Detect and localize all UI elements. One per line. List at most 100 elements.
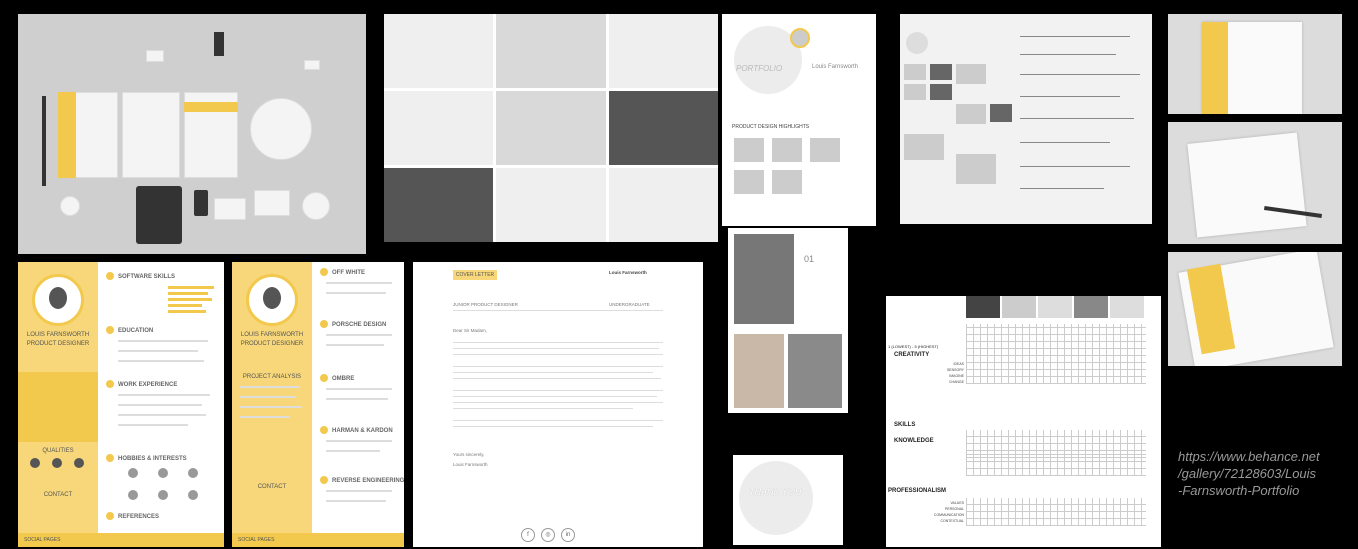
skill-bar — [168, 286, 214, 289]
text-line — [326, 388, 392, 390]
linkedin-icon[interactable]: in — [561, 528, 575, 542]
section-hobbies: HOBBIES & INTERESTS — [106, 454, 187, 462]
text-line — [326, 282, 392, 284]
sketch-thumb — [904, 64, 926, 80]
quality-icon — [30, 458, 40, 468]
project-thumb — [772, 170, 802, 194]
resume-name: LOUIS FARNSWORTH — [26, 332, 90, 338]
section-software-skills: SOFTWARE SKILLS — [106, 272, 175, 280]
text-line — [453, 378, 661, 379]
skill-bar — [168, 298, 212, 301]
headphone-render — [734, 234, 794, 324]
qualities-label: QUALITIES — [42, 448, 74, 454]
section-education: EDUCATION — [106, 326, 153, 334]
ruler-object — [42, 96, 46, 186]
facebook-icon[interactable]: f — [521, 528, 535, 542]
text-line — [453, 342, 663, 343]
text-line — [240, 386, 300, 388]
resume-footer: SOCIAL PAGES — [18, 533, 224, 547]
avatar — [246, 274, 298, 326]
behance-link-line[interactable]: /gallery/72128603/Louis — [1178, 465, 1348, 482]
row-label: SENSORY — [946, 368, 964, 372]
letter-left-title: JUNIOR PRODUCT DESIGNER — [453, 302, 518, 307]
section-references: REFERENCES — [106, 512, 159, 520]
group-professionalism: PROFESSIONALISM — [888, 488, 947, 494]
sketch-thumb — [956, 154, 996, 184]
text-line — [240, 406, 302, 408]
sketch-thumb — [990, 104, 1012, 122]
project-thumb — [1038, 296, 1072, 318]
project-thumb — [1074, 296, 1108, 318]
resume-footer: SOCIAL PAGES — [232, 533, 404, 547]
hobby-icon — [128, 468, 138, 478]
clipboard-banner — [184, 102, 238, 112]
skill-bar — [168, 304, 202, 307]
scissors-object — [214, 32, 224, 56]
text-line — [453, 348, 659, 349]
text-line — [453, 366, 663, 367]
text-line — [118, 360, 204, 362]
hobby-icon — [158, 468, 168, 478]
row-label: PERSONAL — [944, 507, 964, 511]
resume-role: PRODUCT DESIGNER — [26, 341, 90, 347]
envelope-print — [214, 198, 246, 220]
resume-page-1: LOUIS FARNSWORTH PRODUCT DESIGNER QUALIT… — [18, 262, 224, 547]
avatar — [906, 32, 928, 54]
business-card — [304, 60, 320, 70]
tablet-device — [136, 186, 182, 244]
handwriting — [1020, 188, 1104, 189]
behance-link-line[interactable]: https://www.behance.net — [1178, 448, 1348, 465]
cover-letter-page: COVER LETTER Louis Farnsworth JUNIOR PRO… — [413, 262, 703, 547]
hobby-icon — [188, 468, 198, 478]
envelope-print — [254, 190, 290, 216]
behance-link-line[interactable]: -Farnsworth-Portfolio — [1178, 482, 1348, 499]
handwriting — [1020, 96, 1120, 97]
product-photo — [608, 91, 718, 165]
letter-signature: Louis Farnsworth — [453, 462, 488, 467]
portfolio-back-page: THANK YOU — [733, 455, 843, 545]
project-thumb — [966, 296, 1000, 318]
portfolio-cover-page: PORTFOLIO Louis Farnsworth PRODUCT DESIG… — [722, 14, 876, 226]
resume-page-2: LOUIS FARNSWORTH PRODUCT DESIGNER PROJEC… — [232, 262, 404, 547]
row-label: COMMUNICATION — [933, 513, 964, 517]
resume-name: LOUIS FARNSWORTH — [240, 332, 304, 338]
section-work-experience: WORK EXPERIENCE — [106, 380, 177, 388]
text-line — [453, 354, 663, 355]
group-creativity: CREATIVITY — [894, 352, 930, 358]
quality-icon — [74, 458, 84, 468]
skills-matrix-page: 1 (LOWEST) - 5 (HIGHEST) CREATIVITY SKIL… — [886, 296, 1161, 547]
project-thumb — [772, 138, 802, 162]
page-number: 01 — [804, 254, 815, 264]
behance-link[interactable]: https://www.behance.net /gallery/7212860… — [1178, 448, 1348, 499]
handwriting — [1020, 166, 1130, 167]
contact-label: CONTACT — [43, 492, 73, 498]
group-skills: SKILLS — [894, 422, 916, 428]
text-line — [453, 390, 663, 391]
text-line — [326, 490, 392, 492]
matrix-grid — [966, 324, 1146, 384]
printed-resume-closeup-photo — [1168, 252, 1342, 366]
cd-disc — [250, 98, 312, 160]
project-thumb — [810, 138, 840, 162]
letter-closing: Yours sincerely, — [453, 452, 485, 457]
text-line — [326, 450, 380, 452]
sketch-photo — [384, 91, 494, 165]
contact-label: CONTACT — [257, 484, 287, 490]
hobby-icon — [188, 490, 198, 500]
text-line — [453, 420, 663, 421]
product-photo — [496, 14, 606, 88]
text-line — [118, 350, 198, 352]
hobby-icon — [158, 490, 168, 500]
instagram-icon[interactable]: ◎ — [541, 528, 555, 542]
phone-device — [194, 190, 208, 216]
printed-letter-photo — [1168, 122, 1342, 244]
handwriting — [1020, 142, 1110, 143]
matrix-grid — [966, 498, 1146, 526]
resume-print-sidebar — [58, 92, 76, 178]
portfolio-heading: PRODUCT DESIGN HIGHLIGHTS — [732, 124, 810, 130]
project-off-white: OFF WHITE — [320, 268, 365, 276]
text-line — [326, 440, 392, 442]
project-harman-kardon: HARMAN & KARDON — [320, 426, 393, 434]
cover-letter-tag: COVER LETTER — [453, 270, 497, 280]
resume-role: PRODUCT DESIGNER — [240, 341, 304, 347]
